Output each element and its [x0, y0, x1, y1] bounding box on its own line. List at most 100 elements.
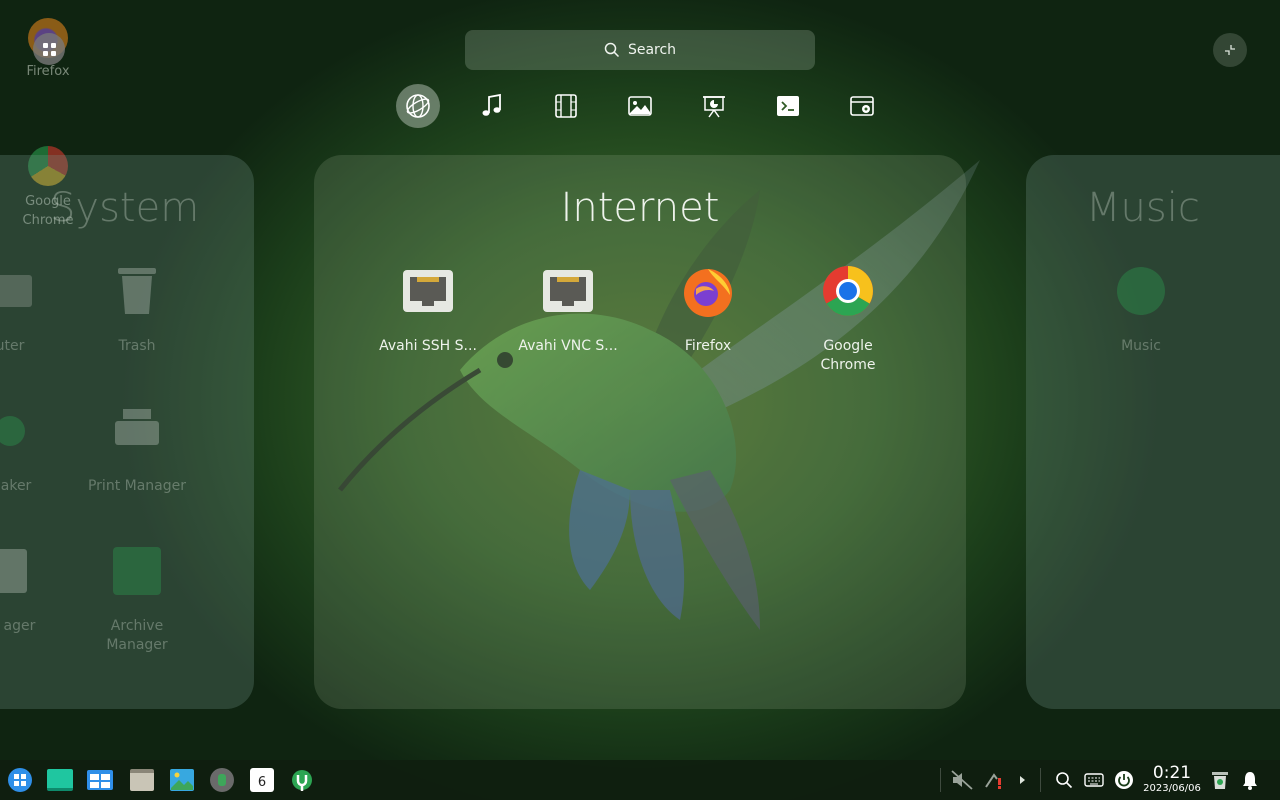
- app-archive-manager[interactable]: Archive Manager: [82, 545, 192, 655]
- search-icon: [1056, 772, 1073, 789]
- app-label: Trash: [118, 338, 156, 354]
- app-label: Print Manager: [87, 478, 187, 494]
- chevron-right-icon: [1020, 776, 1025, 784]
- app-trash[interactable]: Trash: [82, 265, 192, 356]
- taskbar-image-viewer[interactable]: [168, 766, 196, 794]
- category-internet[interactable]: [396, 84, 440, 128]
- app-music[interactable]: Music: [1086, 265, 1196, 356]
- category-bar: [396, 84, 884, 128]
- firefox-icon: [682, 265, 734, 317]
- clock-date: 2023/06/06: [1143, 783, 1201, 794]
- internet-icon: [406, 94, 430, 118]
- app-label: Avahi VNC S...: [518, 338, 618, 354]
- category-panel-music: Music Music: [1026, 155, 1280, 709]
- app-label: Music: [1121, 338, 1161, 354]
- taskbar-app-store[interactable]: [288, 766, 316, 794]
- trash-icon: [1212, 772, 1228, 789]
- multitask-view-icon: [87, 770, 113, 790]
- trash-icon: [111, 265, 163, 317]
- app-font-manager[interactable]: nt ager: [0, 545, 65, 636]
- app-computer[interactable]: uter: [0, 265, 65, 356]
- app-label: Google Chrome: [820, 338, 876, 373]
- keyboard-icon: [1084, 773, 1104, 787]
- app-label: uter: [0, 338, 25, 354]
- video-icon: [555, 94, 577, 118]
- sound-muted-icon: [951, 770, 973, 790]
- app-label: Maker: [0, 478, 32, 494]
- taskbar-separator: [1040, 768, 1041, 792]
- taskbar-music[interactable]: [208, 766, 236, 794]
- search-icon: [604, 42, 619, 58]
- terminal-icon: [777, 96, 799, 116]
- taskbar-multitask[interactable]: [86, 766, 114, 794]
- archive-icon: [111, 545, 163, 597]
- panel-title: Internet: [560, 185, 720, 231]
- app-label: Firefox: [684, 338, 732, 354]
- font-manager-icon: [0, 545, 36, 597]
- category-music[interactable]: [470, 84, 514, 128]
- category-panel-system: System uter Trash Maker Print Manager nt…: [0, 155, 254, 709]
- app-store-icon: [292, 770, 312, 791]
- app-avahi-vnc[interactable]: Avahi VNC S...: [513, 265, 623, 356]
- bell-icon: [1243, 772, 1257, 790]
- tray-trash[interactable]: [1206, 766, 1234, 794]
- taskbar-separator: [940, 768, 941, 792]
- music-player-icon: [1115, 265, 1167, 317]
- image-icon: [628, 96, 652, 116]
- app-label: Archive Manager: [106, 618, 168, 653]
- category-image[interactable]: [618, 84, 662, 128]
- launcher-icon: [8, 768, 32, 792]
- app-avahi-ssh[interactable]: Avahi SSH S...: [373, 265, 483, 356]
- tray-search[interactable]: [1050, 766, 1078, 794]
- printer-icon: [111, 405, 163, 457]
- network-port-icon: [402, 265, 454, 317]
- launcher-button[interactable]: [6, 766, 34, 794]
- calendar-day: 6: [257, 775, 267, 790]
- launcher-mode-button[interactable]: [33, 33, 65, 65]
- exit-fullscreen-button[interactable]: [1213, 33, 1247, 67]
- tray-keyboard[interactable]: [1080, 766, 1108, 794]
- presentation-icon: [703, 96, 725, 118]
- app-label: nt ager: [0, 618, 36, 634]
- tray-expand[interactable]: [1008, 766, 1036, 794]
- taskbar-clock[interactable]: 0:21 2023/06/06: [1140, 763, 1204, 795]
- app-boot-maker[interactable]: Maker: [0, 405, 65, 496]
- network-warning-icon: [985, 773, 1001, 789]
- app-firefox[interactable]: Firefox: [653, 265, 763, 356]
- search-placeholder: Search: [627, 42, 677, 58]
- power-icon: [1115, 771, 1133, 789]
- category-video[interactable]: [544, 84, 588, 128]
- tray-notifications[interactable]: [1236, 766, 1264, 794]
- music-icon: [482, 93, 501, 116]
- taskbar-terminal[interactable]: [46, 766, 74, 794]
- taskbar: 6 0:21 2023/06/06: [0, 760, 1280, 800]
- tray-network[interactable]: [980, 766, 1008, 794]
- category-presentation[interactable]: [692, 84, 736, 128]
- desktop-icon-label: Firefox: [26, 64, 70, 79]
- calendar-icon: 6: [250, 768, 274, 792]
- folder-icon: [130, 769, 154, 791]
- panel-title: System: [50, 185, 200, 231]
- music-player-icon: [210, 768, 234, 792]
- system-tools-icon: [850, 96, 874, 116]
- image-viewer-icon: [170, 769, 194, 791]
- computer-icon: [0, 265, 36, 317]
- category-terminal[interactable]: [766, 84, 810, 128]
- taskbar-file-manager[interactable]: [128, 766, 156, 794]
- collapse-icon: [1225, 45, 1235, 55]
- grid-icon: [42, 42, 56, 56]
- tray-power[interactable]: [1110, 766, 1138, 794]
- terminal-icon: [47, 769, 73, 791]
- chrome-icon: [822, 265, 874, 317]
- category-system-tools[interactable]: [840, 84, 884, 128]
- boot-maker-icon: [0, 405, 36, 457]
- taskbar-calendar[interactable]: 6: [248, 766, 276, 794]
- panel-title: Music: [1086, 185, 1200, 231]
- clock-time: 0:21: [1152, 763, 1192, 783]
- app-google-chrome[interactable]: Google Chrome: [793, 265, 903, 375]
- category-panel-internet: Internet Avahi SSH S... Avahi VNC S... F…: [314, 155, 966, 709]
- search-input[interactable]: Search: [465, 30, 815, 70]
- tray-sound[interactable]: [948, 766, 976, 794]
- app-label: Avahi SSH S...: [379, 338, 477, 354]
- app-print-manager[interactable]: Print Manager: [82, 405, 192, 496]
